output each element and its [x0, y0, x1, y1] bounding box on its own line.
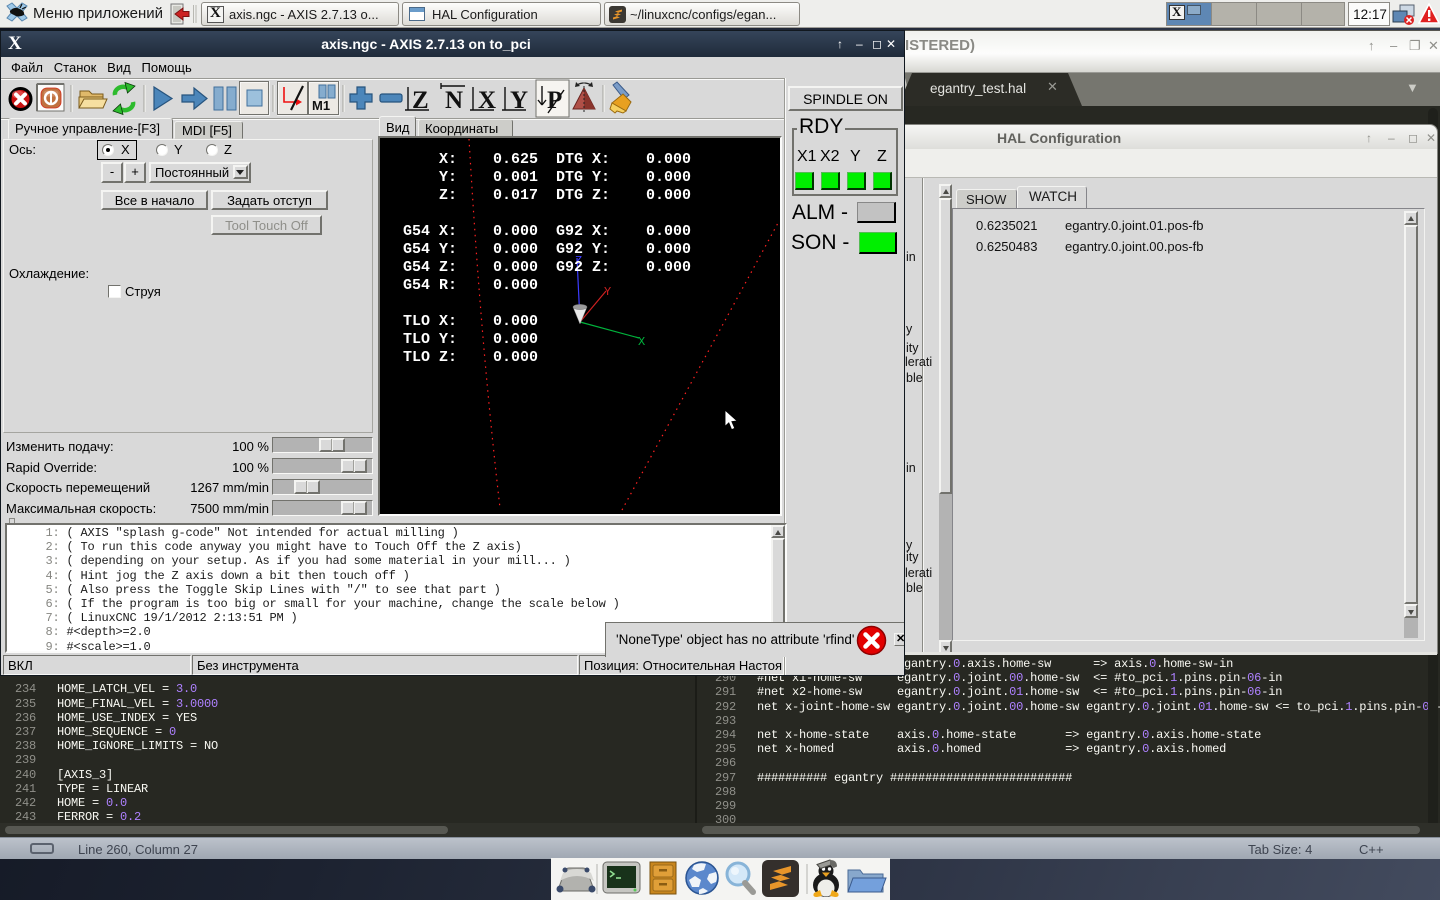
- svg-text:N: N: [445, 87, 463, 114]
- svg-text:M1: M1: [312, 98, 330, 113]
